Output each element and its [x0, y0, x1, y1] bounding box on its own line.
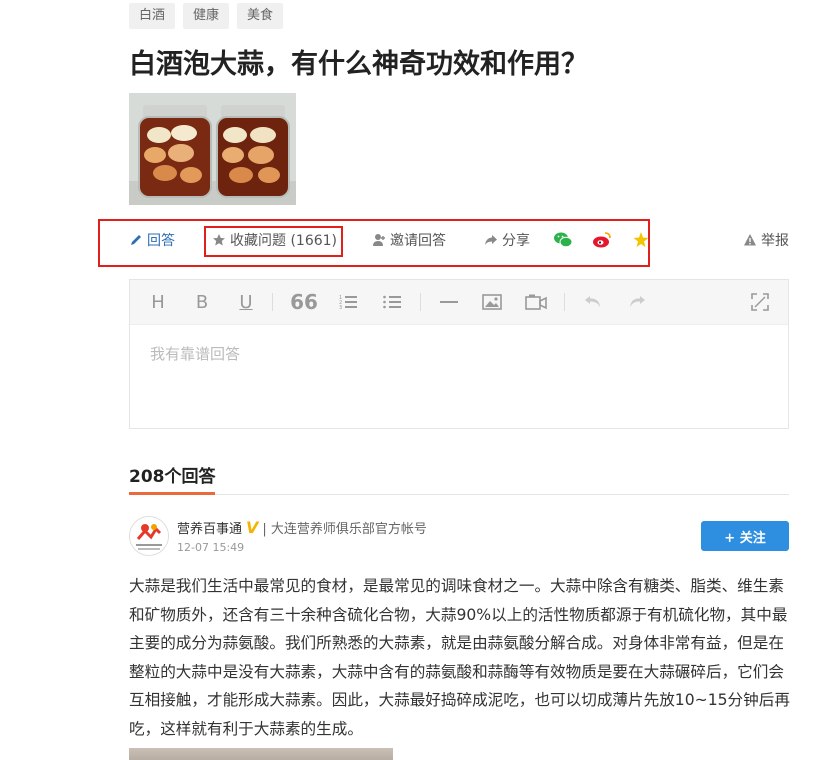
answer-image[interactable] [129, 748, 393, 760]
answer-editor: H B U 66 123 我有靠谱回答 [129, 279, 789, 429]
tag-list: 白酒 健康 美食 [129, 3, 284, 29]
verified-badge: V [246, 518, 259, 537]
invite-button[interactable]: 邀请回答 [372, 230, 446, 250]
answer-count: 208个回答 [129, 467, 216, 487]
video-icon[interactable] [522, 280, 550, 324]
answer-text: 大蒜是我们生活中最常见的食材，是最常见的调味食材之一。大蒜中除含有糖类、脂类、维… [129, 577, 790, 738]
wechat-icon [554, 232, 573, 248]
report-button[interactable]: 举报 [743, 230, 789, 250]
qzone-star-icon [633, 232, 649, 247]
answer-button[interactable]: 回答 [129, 230, 175, 250]
undo-icon[interactable] [579, 280, 607, 324]
bold-icon[interactable]: B [188, 280, 216, 324]
toolbar-divider [272, 293, 273, 311]
divider-icon[interactable] [435, 280, 463, 324]
answer-time: 12-07 15:49 [177, 541, 245, 554]
tag-food[interactable]: 美食 [237, 3, 284, 29]
favorite-button[interactable]: 收藏问题 (1661) [212, 230, 337, 250]
tag-health[interactable]: 健康 [183, 3, 230, 29]
unordered-list-icon[interactable] [378, 280, 406, 324]
redo-icon[interactable] [623, 280, 651, 324]
answer-label: 回答 [147, 233, 175, 249]
count-underline [129, 492, 215, 495]
share-arrow-icon [485, 235, 497, 245]
share-button[interactable]: 分享 [484, 230, 530, 250]
invite-user-icon [373, 234, 385, 246]
tag-baijiu[interactable]: 白酒 [129, 3, 176, 29]
underline-icon[interactable]: U [232, 280, 260, 324]
author-name[interactable]: 营养百事通 [177, 518, 242, 537]
favorite-label: 收藏问题 (1661) [230, 233, 338, 249]
share-qzone-button[interactable] [633, 230, 649, 250]
toolbar-divider [564, 293, 565, 311]
quote-icon[interactable]: 66 [290, 280, 318, 324]
section-divider [129, 494, 789, 495]
share-wechat-button[interactable] [553, 230, 573, 250]
heading-icon[interactable]: H [144, 280, 172, 324]
share-label: 分享 [502, 233, 530, 249]
star-icon [213, 234, 225, 246]
ordered-list-icon[interactable]: 123 [334, 280, 362, 324]
share-weibo-button[interactable] [592, 230, 612, 250]
author-line: 营养百事通 V | 大连营养师俱乐部官方帐号 [177, 518, 427, 537]
toolbar-divider [420, 293, 421, 311]
report-label: 举报 [761, 233, 789, 249]
svg-text:3: 3 [339, 305, 342, 310]
warning-icon [744, 234, 756, 246]
invite-label: 邀请回答 [390, 233, 446, 249]
question-image[interactable] [129, 93, 296, 205]
editor-toolbar: H B U 66 123 [130, 280, 788, 325]
weibo-icon [593, 232, 611, 248]
image-icon[interactable] [478, 280, 506, 324]
avatar[interactable] [129, 516, 169, 556]
fullscreen-icon[interactable] [746, 280, 774, 324]
follow-button[interactable]: + 关注 [701, 521, 789, 551]
pencil-icon [131, 235, 141, 245]
editor-placeholder[interactable]: 我有靠谱回答 [150, 343, 240, 364]
author-description: | 大连营养师俱乐部官方帐号 [262, 522, 427, 537]
question-title: 白酒泡大蒜，有什么神奇功效和作用？ [129, 49, 588, 80]
